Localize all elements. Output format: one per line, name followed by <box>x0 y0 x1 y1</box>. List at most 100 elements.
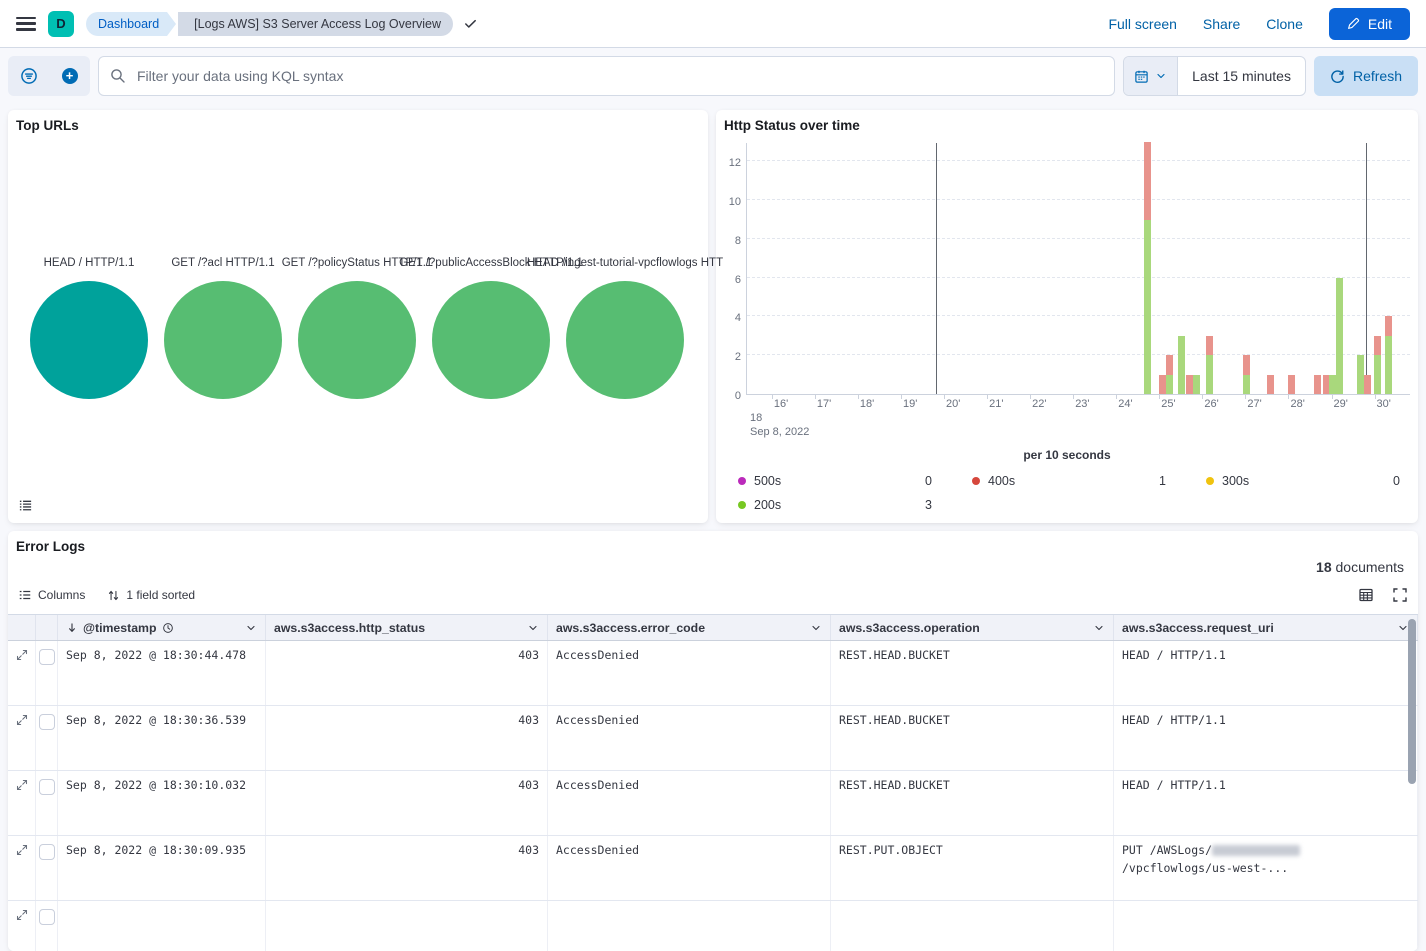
column-header-request_uri[interactable]: aws.s3access.request_uri <box>1114 615 1418 640</box>
expand-icon[interactable] <box>16 649 28 661</box>
bar-400s[interactable] <box>1186 375 1193 394</box>
legend-toggle-icon[interactable] <box>18 498 33 513</box>
cell-http_status: 403 <box>266 771 548 835</box>
pie-chart[interactable]: GET /?publicAccessBlock HTTP/1.1 <box>424 257 558 399</box>
pie-chart[interactable]: HEAD /ingest-tutorial-vpcflowlogs HTT <box>558 257 692 399</box>
bar-400s[interactable] <box>1385 316 1392 335</box>
bar-plot-area[interactable] <box>746 143 1410 395</box>
y-tick-label: 8 <box>735 235 741 247</box>
bar-400s[interactable] <box>1374 336 1381 355</box>
kql-search-input[interactable] <box>98 56 1115 96</box>
pie-chart[interactable]: HEAD / HTTP/1.1 <box>22 257 156 399</box>
table-row[interactable]: Sep 8, 2022 @ 18:30:10.032403AccessDenie… <box>8 771 1418 836</box>
table-header-row: @timestampaws.s3access.http_statusaws.s3… <box>8 614 1418 641</box>
row-checkbox[interactable] <box>39 714 55 730</box>
saved-query-icon[interactable] <box>8 67 49 85</box>
refresh-button[interactable]: Refresh <box>1314 56 1418 96</box>
bar-200s[interactable] <box>1336 278 1343 394</box>
row-checkbox[interactable] <box>39 649 55 665</box>
row-checkbox[interactable] <box>39 779 55 795</box>
x-tick-label: 22' <box>1032 398 1046 410</box>
bar-200s[interactable] <box>1144 220 1151 394</box>
bar-400s[interactable] <box>1144 142 1151 220</box>
breadcrumb-dashboard[interactable]: Dashboard <box>86 12 167 36</box>
x-tick <box>772 395 773 399</box>
row-checkbox[interactable] <box>39 844 55 860</box>
table-row[interactable]: Sep 8, 2022 @ 18:30:36.539403AccessDenie… <box>8 706 1418 771</box>
column-header-operation[interactable]: aws.s3access.operation <box>831 615 1114 640</box>
legend-item[interactable]: 200s3 <box>738 498 932 512</box>
sort-fields-button[interactable]: 1 field sorted <box>107 588 195 602</box>
bar-200s[interactable] <box>1374 355 1381 394</box>
table-scrollbar[interactable] <box>1408 619 1416 784</box>
bar-400s[interactable] <box>1364 375 1371 394</box>
menu-icon[interactable] <box>16 17 36 31</box>
pie-slice[interactable] <box>164 281 282 399</box>
breadcrumb-current-dashboard[interactable]: [Logs AWS] S3 Server Access Log Overview <box>178 12 453 36</box>
bar-200s[interactable] <box>1166 375 1173 394</box>
expand-icon[interactable] <box>16 909 28 921</box>
display-options-icon[interactable] <box>1358 587 1374 603</box>
share-link[interactable]: Share <box>1203 16 1240 32</box>
table-row[interactable] <box>8 901 1418 951</box>
list-icon <box>18 588 32 602</box>
legend-dot <box>972 477 980 485</box>
column-header-http_status[interactable]: aws.s3access.http_status <box>266 615 548 640</box>
bar-400s[interactable] <box>1166 355 1173 374</box>
bar-400s[interactable] <box>1243 355 1250 374</box>
column-header-error_code[interactable]: aws.s3access.error_code <box>548 615 831 640</box>
legend-dot <box>738 477 746 485</box>
y-tick-label: 6 <box>735 274 741 286</box>
expand-icon[interactable] <box>16 844 28 856</box>
legend-item[interactable]: 300s0 <box>1206 474 1400 488</box>
bar-400s[interactable] <box>1206 336 1213 355</box>
legend-item[interactable]: 400s1 <box>972 474 1166 488</box>
cell-http_status: 403 <box>266 641 548 705</box>
bar-400s[interactable] <box>1288 375 1295 394</box>
bar-200s[interactable] <box>1385 336 1392 394</box>
cell-error_code: AccessDenied <box>548 641 831 705</box>
x-tick <box>815 395 816 399</box>
fullscreen-icon[interactable] <box>1392 587 1408 603</box>
bar-400s[interactable] <box>1159 375 1166 394</box>
pie-slice[interactable] <box>566 281 684 399</box>
x-tick-label: 18' <box>860 398 874 410</box>
table-row[interactable]: Sep 8, 2022 @ 18:30:09.935403AccessDenie… <box>8 836 1418 901</box>
space-avatar[interactable]: D <box>48 11 74 37</box>
column-header-timestamp[interactable]: @timestamp <box>58 615 266 640</box>
columns-button[interactable]: Columns <box>18 588 85 602</box>
pie-slice[interactable] <box>30 281 148 399</box>
expand-icon[interactable] <box>16 714 28 726</box>
bar-400s[interactable] <box>1267 375 1274 394</box>
row-checkbox[interactable] <box>39 909 55 925</box>
expand-icon[interactable] <box>16 779 28 791</box>
edit-button[interactable]: Edit <box>1329 8 1410 40</box>
pie-slice[interactable] <box>298 281 416 399</box>
time-range-value[interactable]: Last 15 minutes <box>1178 68 1305 84</box>
pie-slice[interactable] <box>432 281 550 399</box>
query-bar: + Last 15 minutes Refresh <box>0 48 1426 104</box>
add-filter-button[interactable]: + <box>49 68 90 84</box>
full-screen-link[interactable]: Full screen <box>1108 16 1176 32</box>
bar-200s[interactable] <box>1329 375 1336 394</box>
pie-chart[interactable]: GET /?policyStatus HTTP/1.1 <box>290 257 424 399</box>
cell-operation: REST.HEAD.BUCKET <box>831 706 1114 770</box>
bar-200s[interactable] <box>1357 355 1364 394</box>
bar-200s[interactable] <box>1193 375 1200 394</box>
clone-link[interactable]: Clone <box>1266 16 1303 32</box>
cell-request_uri: HEAD / HTTP/1.1 <box>1114 641 1418 705</box>
x-tick-label: 20' <box>946 398 960 410</box>
bar-400s[interactable] <box>1314 375 1321 394</box>
bar-200s[interactable] <box>1243 375 1250 394</box>
bar-200s[interactable] <box>1178 336 1185 394</box>
x-tick-label: 27' <box>1247 398 1261 410</box>
bar-200s[interactable] <box>1206 355 1213 394</box>
legend-item[interactable]: 500s0 <box>738 474 932 488</box>
x-tick-label: 21' <box>989 398 1003 410</box>
cell-http_status: 403 <box>266 836 548 900</box>
table-row[interactable]: Sep 8, 2022 @ 18:30:44.478403AccessDenie… <box>8 641 1418 706</box>
x-axis-context: 18 Sep 8, 2022 <box>750 411 1410 440</box>
date-quick-select-button[interactable] <box>1124 57 1178 95</box>
pie-chart[interactable]: GET /?acl HTTP/1.1 <box>156 257 290 399</box>
panel-title: Error Logs <box>8 531 1418 554</box>
